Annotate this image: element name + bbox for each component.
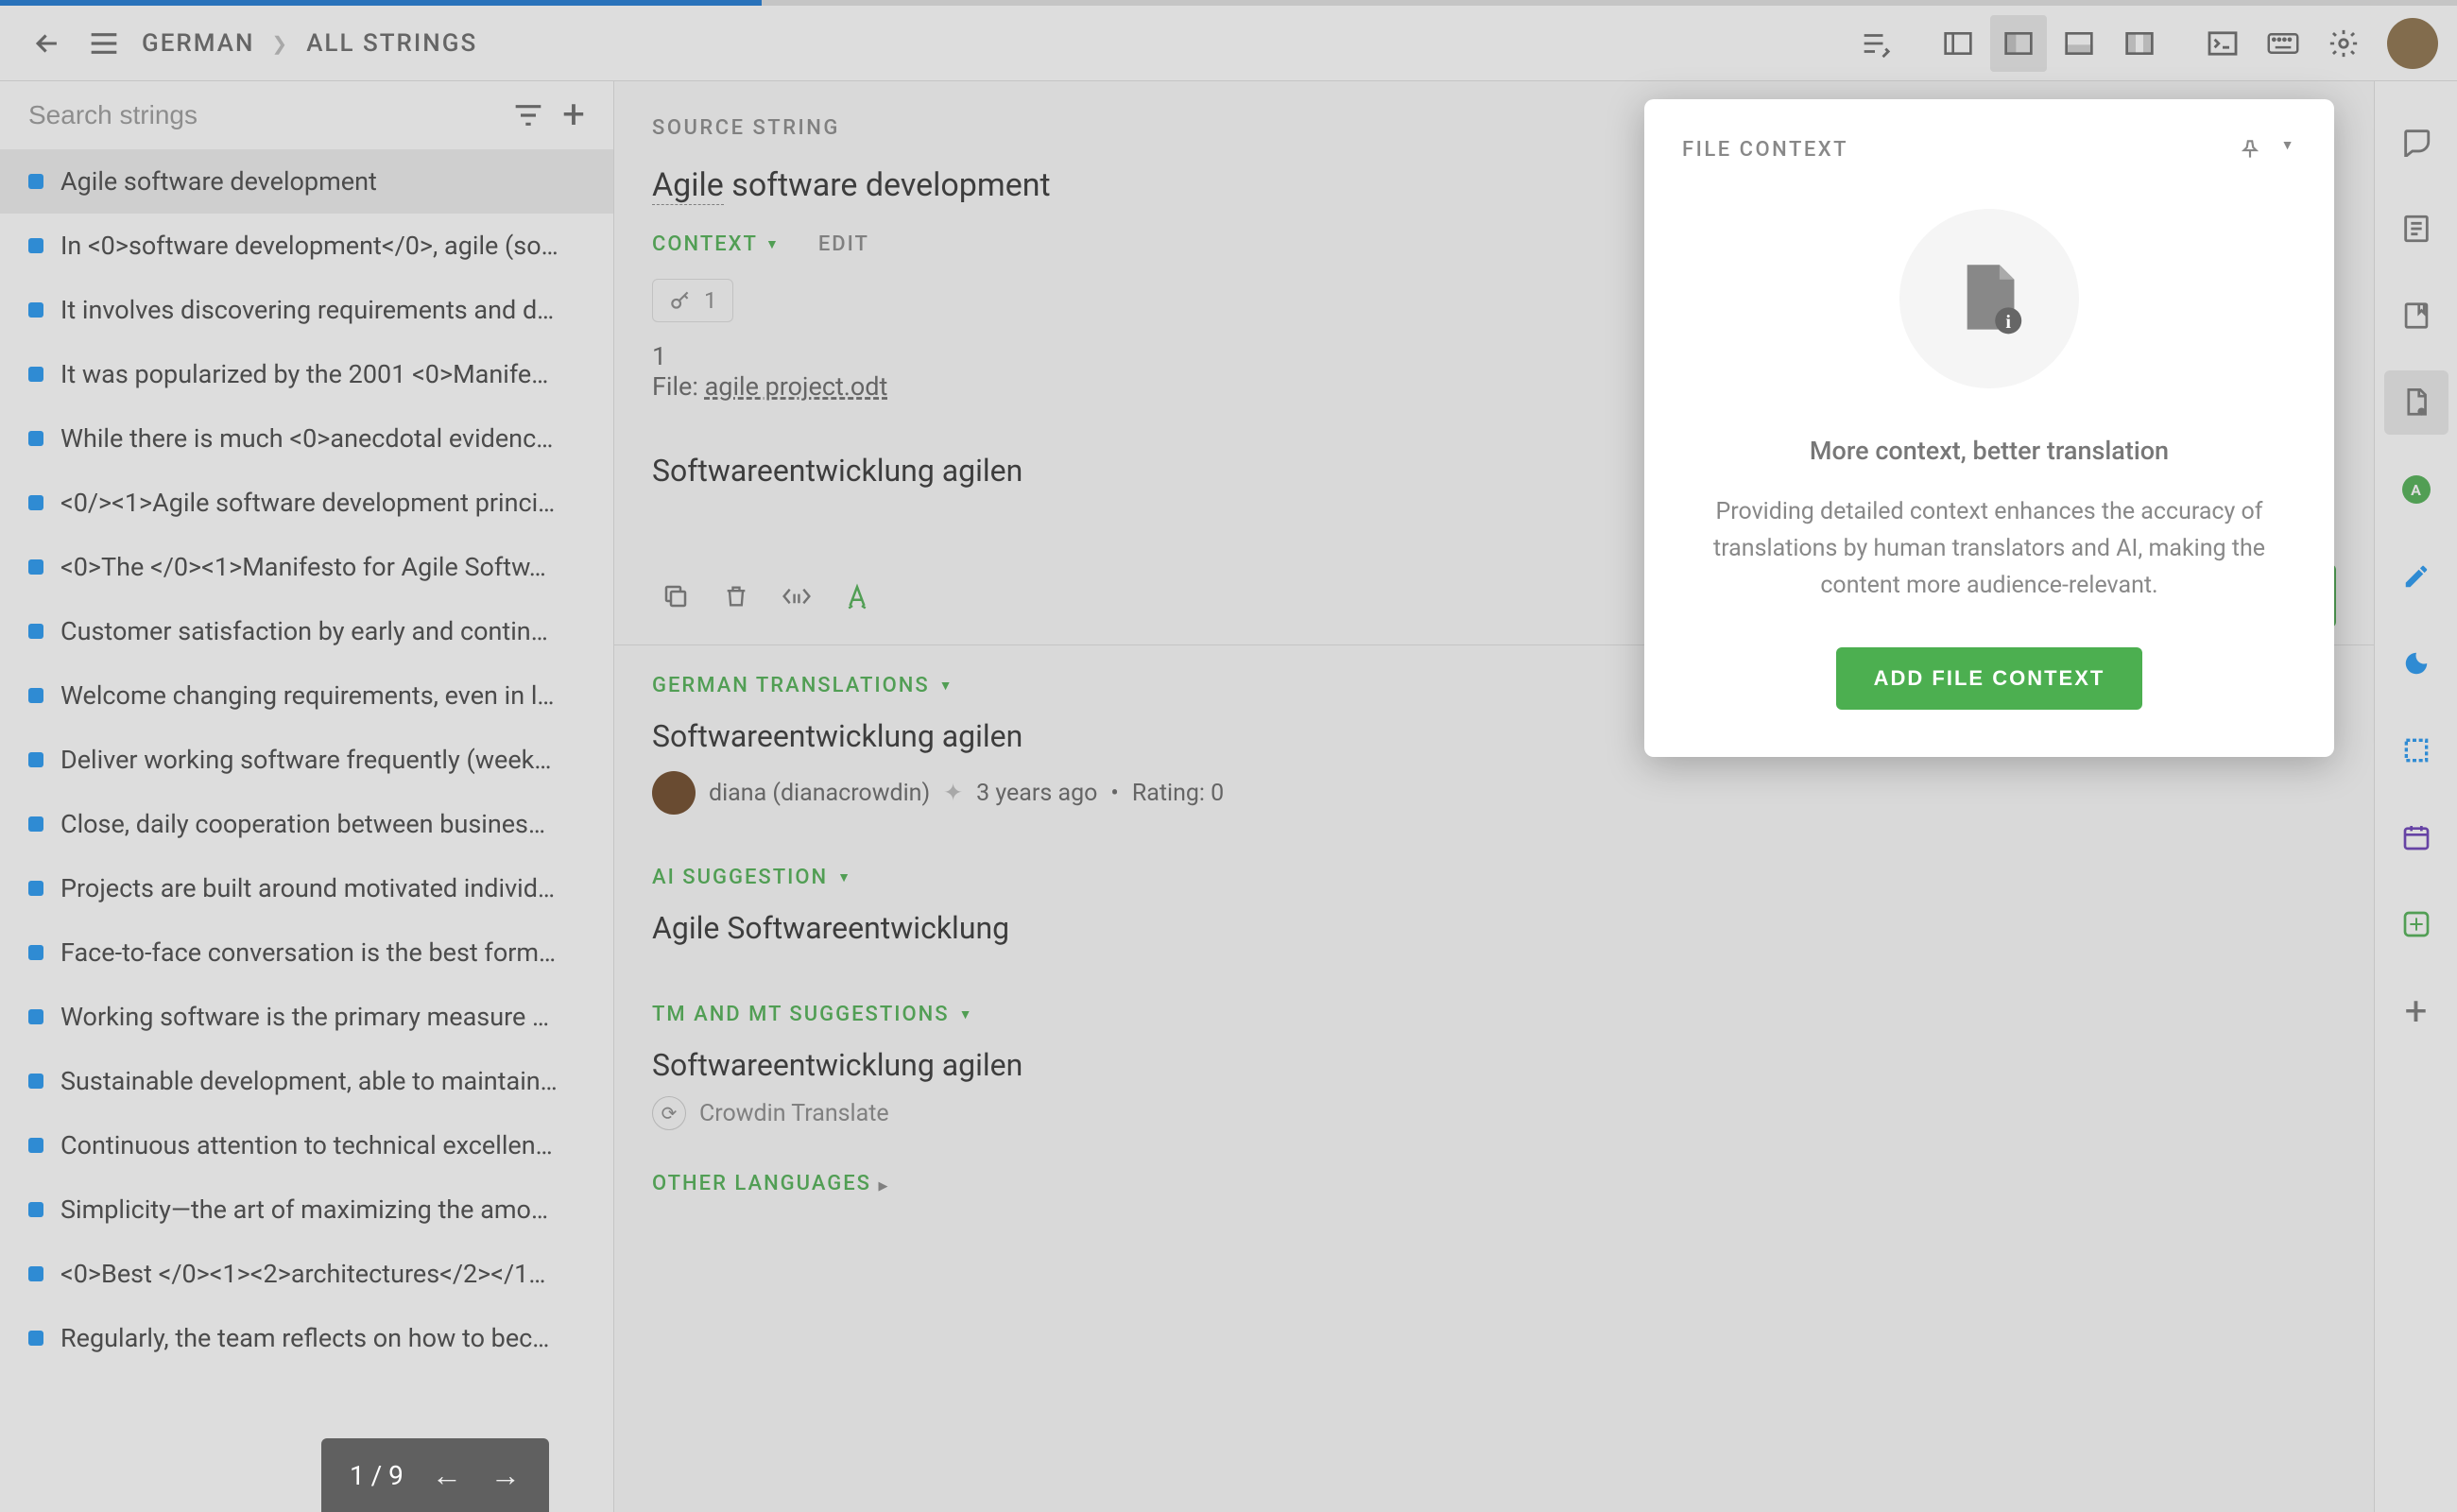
collapse-icon[interactable]: ▼ xyxy=(2281,137,2296,162)
pager-next-icon[interactable]: → xyxy=(490,1457,521,1493)
pager-position: 1 / 9 xyxy=(350,1460,404,1491)
pager-prev-icon[interactable]: ← xyxy=(432,1457,462,1493)
popup-description: Providing detailed context enhances the … xyxy=(1701,494,2277,604)
popup-heading: More context, better translation xyxy=(1810,436,2169,466)
string-pager: 1 / 9 ← → xyxy=(321,1438,549,1512)
svg-text:i: i xyxy=(2005,312,2011,333)
popup-title-label: FILE CONTEXT xyxy=(1682,138,1848,162)
pin-icon[interactable] xyxy=(2238,137,2262,162)
add-file-context-button[interactable]: ADD FILE CONTEXT xyxy=(1836,647,2143,710)
file-info-icon: i xyxy=(1952,259,2026,338)
file-context-popup: FILE CONTEXT ▼ i More context, better tr… xyxy=(1644,99,2334,757)
